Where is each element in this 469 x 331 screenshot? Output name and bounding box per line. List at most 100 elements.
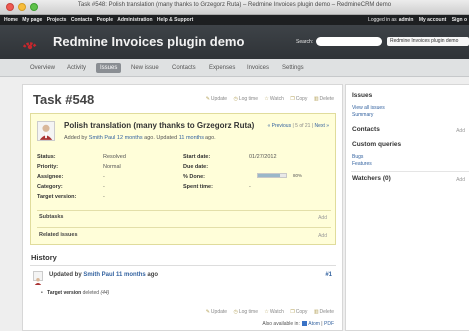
copy-icon: ❐ bbox=[290, 309, 295, 315]
view-all-issues-link[interactable]: View all issues bbox=[352, 105, 385, 111]
project-main-menu: Overview Activity Issues New issue Conta… bbox=[0, 59, 469, 77]
star-icon: ☆ bbox=[264, 309, 269, 315]
sign-out-link[interactable]: Sign o bbox=[452, 17, 467, 23]
sidebar: Issues View all issues Summary Contacts … bbox=[345, 84, 469, 331]
top-menu-contacts[interactable]: Contacts bbox=[71, 17, 92, 23]
issue-title: Task #548 bbox=[33, 92, 95, 107]
top-menu-my-page[interactable]: My page bbox=[22, 17, 42, 23]
trash-icon: ▥ bbox=[313, 96, 319, 102]
pencil-icon: ✎ bbox=[205, 309, 210, 315]
tab-new-issue[interactable]: New issue bbox=[127, 63, 163, 73]
update-link-bottom[interactable]: ✎Update bbox=[206, 309, 227, 315]
assignee-label: Assignee: bbox=[37, 174, 64, 180]
target-version-label: Target version: bbox=[37, 194, 77, 200]
logged-in-prefix: Logged in as bbox=[368, 17, 397, 23]
add-contact-link[interactable]: Add bbox=[456, 128, 465, 134]
journal-avatar bbox=[33, 271, 43, 285]
journal-suffix: ago bbox=[147, 272, 159, 278]
category-value: - bbox=[103, 184, 105, 190]
sidebar-custom-queries-title: Custom queries bbox=[352, 141, 402, 148]
atom-link[interactable]: Atom bbox=[308, 321, 320, 327]
tab-contacts[interactable]: Contacts bbox=[168, 63, 200, 73]
start-date-label: Start date: bbox=[183, 154, 211, 160]
spent-time-value: - bbox=[249, 184, 251, 190]
assignee-value: - bbox=[103, 174, 105, 180]
issue-actions-bottom: ✎Update ◷Log time ☆Watch ❐Copy ▥Delete bbox=[201, 309, 334, 315]
top-menu-people[interactable]: People bbox=[97, 17, 113, 23]
clock-icon: ◷ bbox=[233, 96, 238, 102]
added-mid: ago. Updated bbox=[144, 135, 178, 141]
start-date-value: 01/27/2012 bbox=[249, 154, 277, 160]
log-time-link[interactable]: ◷Log time bbox=[233, 96, 258, 102]
journal-detail-field: Target version bbox=[47, 290, 82, 296]
journal-number-link[interactable]: #1 bbox=[325, 272, 332, 278]
done-progress-bar bbox=[257, 173, 287, 178]
pdf-link[interactable]: PDF bbox=[324, 321, 334, 327]
updated-ago-link[interactable]: 11 months bbox=[179, 135, 204, 141]
done-label: % Done: bbox=[183, 174, 205, 180]
next-link[interactable]: Next » bbox=[315, 123, 329, 129]
person-icon bbox=[34, 278, 42, 285]
watch-link[interactable]: ☆Watch bbox=[264, 96, 283, 102]
sidebar-contacts-title: Contacts bbox=[352, 126, 380, 133]
search-input[interactable] bbox=[316, 37, 382, 46]
logged-in-user[interactable]: admin bbox=[399, 17, 414, 23]
issue-author-line: Added by Smith Paul 12 months ago. Updat… bbox=[64, 135, 216, 141]
pencil-icon: ✎ bbox=[205, 96, 210, 102]
top-menu-home[interactable]: Home bbox=[4, 17, 18, 23]
delete-link[interactable]: ▥Delete bbox=[314, 96, 334, 102]
copy-icon: ❐ bbox=[290, 96, 295, 102]
copy-link-bottom[interactable]: ❐Copy bbox=[290, 309, 307, 315]
clock-icon: ◷ bbox=[233, 309, 238, 315]
query-features-link[interactable]: Features bbox=[352, 161, 372, 167]
add-watcher-link[interactable]: Add bbox=[456, 177, 465, 183]
journal-detail-value: (44) bbox=[100, 290, 110, 296]
top-menu: Home My page Projects Contacts People Ad… bbox=[0, 15, 469, 25]
journal-ago-link[interactable]: 11 months bbox=[116, 272, 146, 278]
journal-author-link[interactable]: Smith Paul bbox=[83, 272, 114, 278]
priority-value: Normal bbox=[103, 164, 121, 170]
top-menu-administration[interactable]: Administration bbox=[117, 17, 152, 23]
issue-actions: ✎Update ◷Log time ☆Watch ❐Copy ▥Delete bbox=[201, 96, 334, 102]
tab-issues[interactable]: Issues bbox=[96, 63, 122, 73]
status-value: Resolved bbox=[103, 154, 126, 160]
spent-time-label: Spent time: bbox=[183, 184, 213, 190]
issue-pagination: « Previous | 5 of 21 | Next » bbox=[267, 123, 329, 129]
add-related-link[interactable]: Add bbox=[318, 233, 327, 239]
tab-invoices[interactable]: Invoices bbox=[243, 63, 273, 73]
query-bugs-link[interactable]: Bugs bbox=[352, 154, 363, 160]
previous-link[interactable]: « Previous bbox=[267, 123, 291, 129]
trash-icon: ▥ bbox=[313, 309, 319, 315]
update-link[interactable]: ✎Update bbox=[206, 96, 227, 102]
top-menu-projects[interactable]: Projects bbox=[47, 17, 67, 23]
my-account-link[interactable]: My account bbox=[419, 17, 447, 23]
top-menu-help[interactable]: Help & Support bbox=[157, 17, 193, 23]
tab-activity[interactable]: Activity bbox=[63, 63, 90, 73]
category-label: Category: bbox=[37, 184, 63, 190]
other-formats: Also available in: Atom | PDF bbox=[262, 321, 334, 327]
search-label: Search: bbox=[296, 39, 314, 45]
related-issues-label: Related issues bbox=[39, 232, 78, 238]
tab-overview[interactable]: Overview bbox=[26, 63, 59, 73]
sidebar-watchers-title: Watchers (0) bbox=[352, 175, 391, 182]
log-time-link-bottom[interactable]: ◷Log time bbox=[233, 309, 258, 315]
copy-link[interactable]: ❐Copy bbox=[290, 96, 307, 102]
summary-link[interactable]: Summary bbox=[352, 112, 373, 118]
star-icon: ☆ bbox=[264, 96, 269, 102]
browser-window: Task #548: Polish translation (many than… bbox=[0, 0, 469, 331]
format-separator: | bbox=[321, 321, 323, 327]
author-link[interactable]: Smith Paul bbox=[89, 135, 116, 141]
person-icon bbox=[39, 124, 53, 140]
author-avatar bbox=[37, 121, 55, 141]
watch-link-bottom[interactable]: ☆Watch bbox=[264, 309, 283, 315]
updated-suffix: ago. bbox=[204, 135, 216, 141]
add-subtask-link[interactable]: Add bbox=[318, 215, 327, 221]
tab-expenses[interactable]: Expenses bbox=[205, 63, 239, 73]
delete-link-bottom[interactable]: ▥Delete bbox=[314, 309, 334, 315]
tab-settings[interactable]: Settings bbox=[278, 63, 308, 73]
subtasks-label: Subtasks bbox=[39, 214, 64, 220]
journal-detail-text: deleted bbox=[82, 290, 100, 296]
redmine-logo-icon bbox=[22, 42, 38, 50]
added-ago-link[interactable]: 12 months bbox=[117, 135, 143, 141]
project-jump-select[interactable]: Redmine Invoices plugin demo bbox=[387, 37, 469, 46]
